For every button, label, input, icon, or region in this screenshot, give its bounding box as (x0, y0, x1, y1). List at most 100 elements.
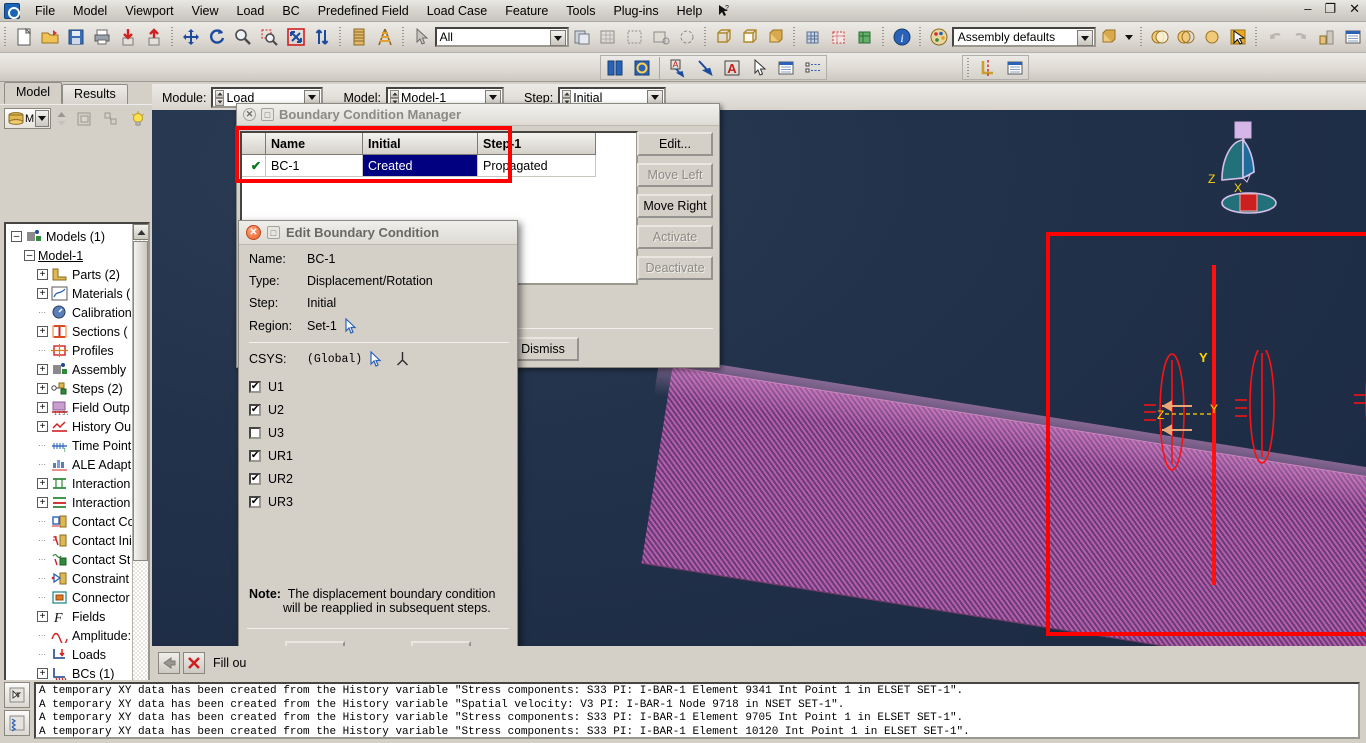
tree-item-contact-co[interactable]: Contact Co (9, 512, 148, 531)
menu-item-load[interactable]: Load (228, 2, 274, 20)
chevron-down-icon[interactable] (1077, 30, 1093, 46)
ladder-alt-icon[interactable] (373, 25, 397, 50)
bc-move-right-button[interactable]: Move Right (637, 194, 713, 218)
new-file-icon[interactable] (12, 25, 36, 50)
checkbox-u2[interactable]: ✔ (249, 404, 261, 416)
toolbar-grip-7[interactable] (881, 26, 886, 48)
print-icon[interactable] (90, 25, 114, 50)
tree-item-contact-ini[interactable]: Contact Ini (9, 531, 148, 550)
close-icon[interactable]: ✕ (246, 225, 261, 240)
text-arrow-icon[interactable]: A (665, 55, 690, 80)
view-cube-icon[interactable] (1097, 25, 1121, 50)
info-icon[interactable]: i (890, 25, 914, 50)
tree-item-steps-2[interactable]: +Steps (2) (9, 379, 148, 398)
edit-region-cursor-icon[interactable] (370, 351, 383, 367)
help-pointer-icon[interactable]: ? (717, 4, 731, 18)
shaded-icon[interactable] (764, 25, 788, 50)
expand-plus-icon[interactable]: + (37, 611, 48, 622)
chevron-down-icon[interactable] (35, 110, 49, 127)
checkbox-ur2[interactable]: ✔ (249, 473, 261, 485)
expand-plus-icon[interactable]: + (37, 668, 48, 679)
bc-table-icon[interactable] (1002, 55, 1027, 80)
tab-results[interactable]: Results (62, 84, 128, 104)
restore-icon[interactable]: □ (267, 226, 280, 239)
query-icon[interactable] (1315, 25, 1339, 50)
back-arrow-icon[interactable] (158, 652, 180, 674)
refresh-mesh-icon[interactable] (675, 25, 699, 50)
dof-row-ur1[interactable]: ✔UR1 (249, 444, 517, 467)
dof-row-u1[interactable]: ✔U1 (249, 375, 517, 398)
rotate-icon[interactable] (205, 25, 229, 50)
hidden-line-icon[interactable] (738, 25, 762, 50)
view-compass[interactable]: Z X (1192, 120, 1312, 230)
render-mesh-icon[interactable] (801, 25, 825, 50)
tree-item-field-outp[interactable]: +1 1 3 1 3Field Outp (9, 398, 148, 417)
tree-item-contact-st[interactable]: Contact St (9, 550, 148, 569)
tree-item-interaction[interactable]: +Interaction (9, 474, 148, 493)
select-arrow-icon[interactable] (410, 25, 434, 50)
mesh-display-icon[interactable] (596, 25, 620, 50)
tree-item-materials[interactable]: +Materials ( (9, 284, 148, 303)
translucency-half-icon[interactable] (1148, 25, 1172, 50)
tree-item-time-point[interactable]: tTime Point (9, 436, 148, 455)
table-icon[interactable] (1341, 25, 1365, 50)
minimize-button[interactable]: – (1302, 1, 1313, 17)
tree-item-constraint[interactable]: Constraint (9, 569, 148, 588)
select-arrow-icon[interactable] (746, 55, 771, 80)
dof-row-ur3[interactable]: ✔UR3 (249, 490, 517, 513)
collapse-minus-icon[interactable]: – (24, 250, 35, 261)
save-icon[interactable] (64, 25, 88, 50)
expand-plus-icon[interactable]: + (37, 269, 48, 280)
checkbox-ur1[interactable]: ✔ (249, 450, 261, 462)
expand-plus-icon[interactable]: + (37, 288, 48, 299)
mesh-props-icon[interactable] (649, 25, 673, 50)
menu-item-tools[interactable]: Tools (557, 2, 604, 20)
toolbar-grip-10[interactable] (1254, 26, 1259, 48)
tree-item-amplitude[interactable]: Amplitude: (9, 626, 148, 645)
ladder-icon[interactable] (347, 25, 371, 50)
bulb-icon[interactable] (126, 106, 149, 131)
scrollbar-thumb[interactable] (133, 241, 148, 561)
undo-icon[interactable] (1263, 25, 1287, 50)
tree-item-assembly[interactable]: +Assembly (9, 360, 148, 379)
menu-item-model[interactable]: Model (64, 2, 116, 20)
menu-item-view[interactable]: View (183, 2, 228, 20)
tree-item-loads[interactable]: Loads (9, 645, 148, 664)
model-tree[interactable]: –Models (1)–Model-1+Parts (2)+Materials … (4, 222, 150, 742)
export-icon[interactable] (142, 25, 166, 50)
menu-item-viewport[interactable]: Viewport (116, 2, 182, 20)
collapse-minus-icon[interactable]: – (11, 231, 22, 242)
spinner-up-down-icon[interactable] (215, 89, 224, 106)
toolbar-grip-3[interactable] (338, 26, 343, 48)
filled-mesh-icon[interactable] (853, 25, 877, 50)
dof-row-ur2[interactable]: ✔UR2 (249, 467, 517, 490)
toolbar-grip-6[interactable] (792, 26, 797, 48)
menu-item-file[interactable]: File (26, 2, 64, 20)
expand-plus-icon[interactable]: + (37, 364, 48, 375)
expand-plus-icon[interactable]: + (37, 402, 48, 413)
filter-icon[interactable] (100, 106, 123, 131)
expand-plus-icon[interactable]: + (37, 421, 48, 432)
viewport-split-icon[interactable] (602, 55, 627, 80)
tree-item-profiles[interactable]: Profiles (9, 341, 148, 360)
table-icon[interactable] (773, 55, 798, 80)
chevron-down-icon[interactable] (1123, 25, 1135, 50)
menu-item-bc[interactable]: BC (273, 2, 308, 20)
expand-plus-icon[interactable]: + (37, 383, 48, 394)
restore-icon[interactable]: □ (261, 108, 274, 121)
bc-edit-button[interactable]: Edit... (637, 132, 713, 156)
message-log[interactable]: A temporary XY data has been created fro… (34, 682, 1360, 739)
copy-icon[interactable] (73, 106, 96, 131)
toolbar-grip[interactable] (3, 26, 8, 48)
edit-region-cursor-icon[interactable] (345, 318, 358, 334)
arrow-icon[interactable] (692, 55, 717, 80)
translucency-solid-icon[interactable] (1200, 25, 1224, 50)
toolbar-grip-8[interactable] (918, 26, 923, 48)
toolbar-grip-11[interactable] (966, 57, 971, 79)
tree-item-history-ou[interactable]: +History Ou (9, 417, 148, 436)
chevron-down-icon[interactable] (550, 30, 566, 46)
menu-item-load-case[interactable]: Load Case (418, 2, 496, 20)
render-style-combo[interactable]: Assembly defaults (952, 27, 1096, 47)
expand-plus-icon[interactable]: + (37, 478, 48, 489)
checkbox-u3[interactable] (249, 427, 261, 439)
